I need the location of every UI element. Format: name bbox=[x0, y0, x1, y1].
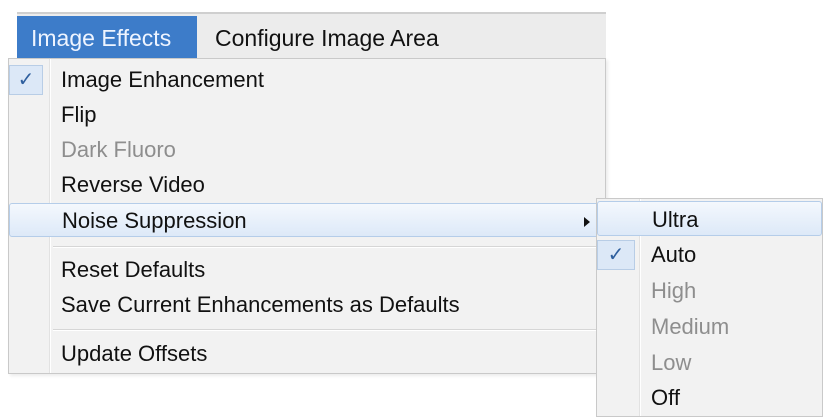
menubar-item-configure-image-area[interactable]: Configure Image Area bbox=[201, 16, 453, 60]
submenu-item-label: Off bbox=[651, 385, 680, 410]
menu-item-save-current-enhancements[interactable]: Save Current Enhancements as Defaults bbox=[9, 288, 605, 322]
submenu-arrow-icon bbox=[584, 217, 590, 227]
menu-item-reset-defaults[interactable]: Reset Defaults bbox=[9, 253, 605, 287]
noise-suppression-submenu: Ultra ✓ Auto High Medium Low Off bbox=[596, 198, 823, 417]
menu-item-noise-suppression[interactable]: Noise Suppression bbox=[9, 203, 605, 237]
submenu-item-label: Medium bbox=[651, 314, 730, 339]
menu-bar: Image Effects Configure Image Area bbox=[17, 12, 606, 60]
menu-item-label: Flip bbox=[61, 102, 97, 127]
menu-item-dark-fluoro: Dark Fluoro bbox=[9, 133, 605, 167]
menu-item-label: Noise Suppression bbox=[62, 208, 247, 233]
image-effects-menu: ✓ Image Enhancement Flip Dark Fluoro Rev… bbox=[8, 58, 606, 374]
menu-item-reverse-video[interactable]: Reverse Video bbox=[9, 168, 605, 202]
submenu-item-low: Low bbox=[597, 345, 822, 380]
menu-item-label: Reverse Video bbox=[61, 172, 205, 197]
menu-item-flip[interactable]: Flip bbox=[9, 98, 605, 132]
submenu-item-high: High bbox=[597, 273, 822, 308]
submenu-item-auto[interactable]: ✓ Auto bbox=[597, 237, 822, 272]
menu-item-label: Reset Defaults bbox=[61, 257, 206, 282]
submenu-item-label: High bbox=[651, 278, 697, 303]
menu-separator bbox=[53, 329, 601, 331]
menu-item-label: Save Current Enhancements as Defaults bbox=[61, 292, 460, 317]
submenu-item-medium: Medium bbox=[597, 309, 822, 344]
menubar-item-image-effects[interactable]: Image Effects bbox=[17, 16, 197, 60]
checkmark-icon: ✓ bbox=[9, 65, 43, 95]
menu-item-label: Image Enhancement bbox=[61, 67, 265, 92]
menu-item-label: Update Offsets bbox=[61, 341, 208, 366]
menu-item-label: Dark Fluoro bbox=[61, 137, 176, 162]
checkmark-icon: ✓ bbox=[597, 240, 635, 270]
submenu-item-label: Auto bbox=[651, 242, 697, 267]
menu-separator bbox=[53, 246, 601, 248]
submenu-item-off[interactable]: Off bbox=[597, 380, 822, 415]
submenu-item-label: Ultra bbox=[652, 207, 699, 232]
menu-item-update-offsets[interactable]: Update Offsets bbox=[9, 337, 605, 371]
submenu-item-label: Low bbox=[651, 350, 692, 375]
menu-item-image-enhancement[interactable]: ✓ Image Enhancement bbox=[9, 63, 605, 97]
submenu-item-ultra[interactable]: Ultra bbox=[597, 201, 822, 236]
